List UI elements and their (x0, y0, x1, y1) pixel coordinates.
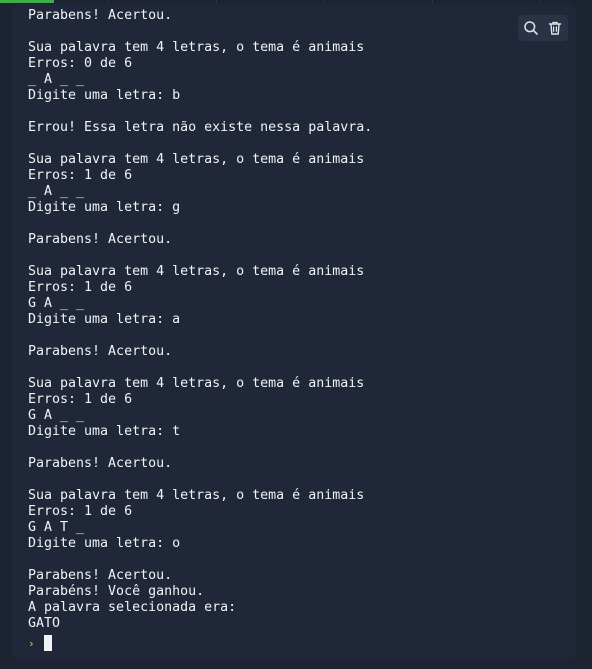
console-line: Digite uma letra: o (28, 536, 181, 551)
prompt-chevron-icon: › (28, 636, 35, 650)
console-line: Erros: 1 de 6 (28, 280, 133, 295)
console-line: Digite uma letra: b (28, 88, 181, 103)
console-line: Digite uma letra: g (28, 200, 181, 215)
console-line: Erros: 1 de 6 (28, 168, 133, 183)
console-line: Sua palavra tem 4 letras, o tema é anima… (28, 40, 365, 55)
console-line: Parabens! Acertou. (28, 568, 173, 583)
active-tab-indicator (0, 0, 54, 3)
trash-icon (548, 21, 562, 35)
console-line: G A _ _ (28, 408, 85, 423)
console-line: Parabens! Acertou. (28, 8, 173, 23)
console-line: Sua palavra tem 4 letras, o tema é anima… (28, 376, 365, 391)
clear-console-button[interactable] (544, 17, 566, 39)
text-cursor (44, 635, 52, 651)
console-line: Parabens! Acertou. (28, 344, 173, 359)
console-line: Digite uma letra: a (28, 312, 181, 327)
console-line: Digite uma letra: t (28, 424, 181, 439)
console-line: Errou! Essa letra não existe nessa palav… (28, 120, 373, 135)
console-line: Sua palavra tem 4 letras, o tema é anima… (28, 264, 365, 279)
console-line: Parabéns! Você ganhou. (28, 584, 205, 599)
console-line: _ A _ _ (28, 184, 85, 199)
console-line: A palavra selecionada era: (28, 600, 237, 615)
console-line: Parabens! Acertou. (28, 232, 173, 247)
workspace: Parabens! Acertou. Sua palavra tem 4 let… (0, 0, 592, 669)
search-button[interactable] (520, 17, 542, 39)
console-line: Parabens! Acertou. (28, 456, 173, 471)
console-line: Erros: 0 de 6 (28, 56, 133, 71)
console-panel[interactable]: Parabens! Acertou. Sua palavra tem 4 let… (12, 4, 576, 659)
search-icon (524, 21, 538, 35)
console-input-line[interactable]: › (28, 635, 52, 651)
console-line: GATO (28, 616, 61, 631)
console-line: G A _ _ (28, 296, 85, 311)
console-line: _ A _ _ (28, 72, 85, 87)
console-line: G A T _ (28, 520, 85, 535)
console-line: Erros: 1 de 6 (28, 504, 133, 519)
console-toolbar (518, 15, 568, 41)
console-line: Sua palavra tem 4 letras, o tema é anima… (28, 152, 365, 167)
console-line: Sua palavra tem 4 letras, o tema é anima… (28, 488, 365, 503)
console-output: Parabens! Acertou. Sua palavra tem 4 let… (28, 8, 372, 632)
console-line: Erros: 1 de 6 (28, 392, 133, 407)
